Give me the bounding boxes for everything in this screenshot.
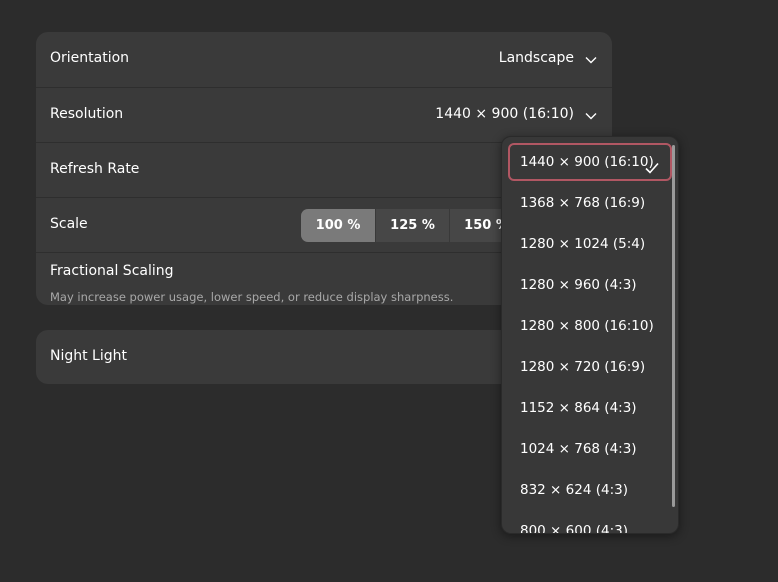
refresh-rate-label: Refresh Rate (50, 161, 140, 177)
scale-125-button[interactable]: 125 % (375, 209, 449, 242)
resolution-option-label: 1368 × 768 (16:9) (520, 195, 646, 211)
resolution-option[interactable]: 800 × 600 (4:3) (508, 512, 672, 534)
scale-100-button[interactable]: 100 % (301, 209, 375, 242)
chevron-down-icon[interactable] (584, 109, 598, 123)
orientation-label: Orientation (50, 50, 130, 66)
resolution-option-label: 1280 × 720 (16:9) (520, 359, 646, 375)
chevron-down-icon[interactable] (584, 53, 598, 67)
resolution-option-label: 1440 × 900 (16:10) (520, 154, 654, 170)
resolution-row[interactable]: Resolution 1440 × 900 (16:10) (36, 87, 612, 142)
resolution-option[interactable]: 1280 × 720 (16:9) (508, 348, 672, 386)
checkmark-icon (644, 154, 660, 174)
resolution-label: Resolution (50, 106, 124, 122)
resolution-option-label: 1280 × 800 (16:10) (520, 318, 654, 334)
resolution-option-label: 1280 × 960 (4:3) (520, 277, 637, 293)
menu-scrollbar[interactable] (672, 145, 675, 507)
resolution-option-label: 832 × 624 (4:3) (520, 482, 628, 498)
scale-label: Scale (50, 216, 88, 232)
resolution-option[interactable]: 1024 × 768 (4:3) (508, 430, 672, 468)
fractional-scaling-label: Fractional Scaling (50, 263, 174, 279)
resolution-option-label: 800 × 600 (4:3) (520, 523, 628, 534)
resolution-option[interactable]: 1152 × 864 (4:3) (508, 389, 672, 427)
scale-toggle-group: 100 % 125 % 150 % (301, 209, 523, 242)
resolution-option[interactable]: 1280 × 800 (16:10) (508, 307, 672, 345)
night-light-label: Night Light (50, 348, 127, 364)
resolution-option-label: 1152 × 864 (4:3) (520, 400, 637, 416)
orientation-row[interactable]: Orientation Landscape (36, 32, 612, 87)
resolution-option[interactable]: 832 × 624 (4:3) (508, 471, 672, 509)
resolution-option[interactable]: 1280 × 1024 (5:4) (508, 225, 672, 263)
resolution-option[interactable]: 1440 × 900 (16:10) (508, 143, 672, 181)
resolution-option[interactable]: 1368 × 768 (16:9) (508, 184, 672, 222)
orientation-value[interactable]: Landscape (499, 50, 574, 66)
resolution-option-label: 1024 × 768 (4:3) (520, 441, 637, 457)
fractional-scaling-description: May increase power usage, lower speed, o… (50, 290, 454, 304)
resolution-option-label: 1280 × 1024 (5:4) (520, 236, 646, 252)
resolution-value[interactable]: 1440 × 900 (16:10) (435, 106, 574, 122)
resolution-option[interactable]: 1280 × 960 (4:3) (508, 266, 672, 304)
resolution-dropdown-menu: 1440 × 900 (16:10) 1368 × 768 (16:9) 128… (501, 136, 679, 534)
